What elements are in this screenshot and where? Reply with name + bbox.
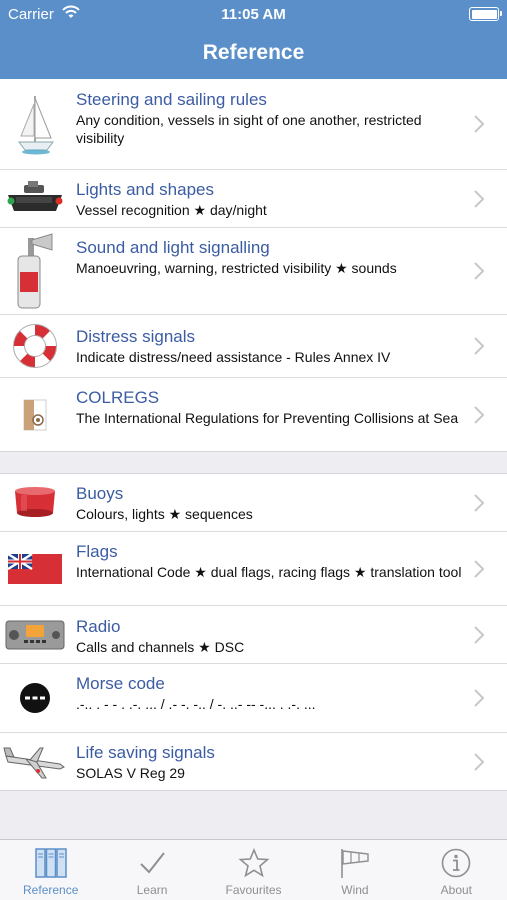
foghorn-icon	[0, 228, 70, 314]
vessel-lights-icon	[0, 170, 70, 227]
tab-favourites[interactable]: Favourites	[203, 840, 304, 900]
checkmark-icon	[101, 846, 202, 880]
row-subtitle: The International Regulations for Preven…	[76, 410, 459, 426]
tab-wind[interactable]: Wind	[304, 840, 405, 900]
row-subtitle: Calls and channels ★ DSC	[76, 639, 245, 655]
chevron-right-icon	[474, 115, 485, 133]
tab-about[interactable]: About	[406, 840, 507, 900]
list-item-distress-signals[interactable]: Distress signals Indicate distress/need …	[0, 315, 507, 378]
row-title: Radio	[76, 617, 121, 636]
chevron-right-icon	[474, 337, 485, 355]
row-subtitle: .-.. . - - . .-. ... / .- -. -.. / -. ..…	[76, 696, 316, 712]
row-subtitle: Indicate distress/need assistance - Rule…	[76, 349, 391, 365]
windsock-icon	[304, 846, 405, 880]
morse-icon	[0, 664, 70, 732]
row-title: Lights and shapes	[76, 180, 214, 199]
chevron-right-icon	[474, 493, 485, 512]
battery-icon	[469, 7, 502, 21]
tab-label: Reference	[23, 883, 79, 897]
reference-section-rules: Steering and sailing rules Any condition…	[0, 79, 507, 452]
list-item-flags[interactable]: Flags International Code ★ dual flags, r…	[0, 532, 507, 606]
navigation-bar: Carrier 11:05 AM Reference	[0, 0, 507, 79]
row-title: Life saving signals	[76, 743, 215, 762]
buoy-icon	[0, 474, 70, 531]
row-subtitle: Manoeuvring, warning, restricted visibil…	[76, 260, 397, 276]
tab-label: Learn	[136, 883, 168, 897]
star-icon	[203, 846, 304, 880]
chevron-right-icon	[474, 189, 485, 208]
status-time: 11:05 AM	[221, 6, 286, 23]
row-subtitle: Any condition, vessels in sight of one a…	[76, 112, 422, 146]
list-item-sound-light-signalling[interactable]: Sound and light signalling Manoeuvring, …	[0, 228, 507, 315]
colregs-book-icon	[0, 378, 70, 451]
chevron-right-icon	[474, 625, 485, 644]
list-item-colregs[interactable]: COLREGS The International Regulations fo…	[0, 378, 507, 451]
tab-label: Favourites	[225, 883, 282, 897]
row-subtitle: SOLAS V Reg 29	[76, 765, 185, 781]
list-item-life-saving-signals[interactable]: Life saving signals SOLAS V Reg 29	[0, 733, 507, 790]
sailboat-icon	[0, 79, 70, 169]
list-item-radio[interactable]: Radio Calls and channels ★ DSC	[0, 606, 507, 664]
lifebuoy-icon	[0, 315, 70, 377]
airplane-icon	[0, 733, 70, 790]
row-subtitle: International Code ★ dual flags, racing …	[76, 564, 462, 580]
chevron-right-icon	[474, 559, 485, 578]
list-item-buoys[interactable]: Buoys Colours, lights ★ sequences	[0, 474, 507, 532]
row-title: Sound and light signalling	[76, 238, 270, 257]
chevron-right-icon	[474, 689, 485, 707]
red-ensign-flag-icon	[0, 532, 70, 605]
status-bar: Carrier 11:05 AM	[0, 0, 507, 28]
chevron-right-icon	[474, 752, 485, 771]
tab-learn[interactable]: Learn	[101, 840, 202, 900]
page-title: Reference	[202, 41, 305, 64]
row-title: Morse code	[76, 674, 165, 693]
chevron-right-icon	[474, 405, 485, 424]
row-title: Distress signals	[76, 327, 196, 346]
vhf-radio-icon	[0, 606, 70, 663]
info-icon	[406, 846, 507, 880]
reference-section-signals: Buoys Colours, lights ★ sequences Flags …	[0, 473, 507, 791]
tab-label: Wind	[341, 883, 369, 897]
books-icon	[0, 846, 101, 880]
tab-bar: Reference Learn Favourites Wind About	[0, 839, 507, 900]
row-title: Buoys	[76, 484, 124, 503]
list-item-steering-sailing-rules[interactable]: Steering and sailing rules Any condition…	[0, 79, 507, 170]
chevron-right-icon	[474, 262, 485, 280]
row-title: Steering and sailing rules	[76, 90, 267, 109]
tab-reference[interactable]: Reference	[0, 840, 101, 900]
row-title: Flags	[76, 542, 118, 561]
tab-label: About	[440, 883, 472, 897]
list-item-morse-code[interactable]: Morse code .-.. . - - . .-. ... / .- -. …	[0, 664, 507, 733]
list-item-lights-shapes[interactable]: Lights and shapes Vessel recognition ★ d…	[0, 170, 507, 228]
row-subtitle: Colours, lights ★ sequences	[76, 506, 253, 522]
row-title: COLREGS	[76, 388, 160, 407]
row-subtitle: Vessel recognition ★ day/night	[76, 202, 267, 218]
